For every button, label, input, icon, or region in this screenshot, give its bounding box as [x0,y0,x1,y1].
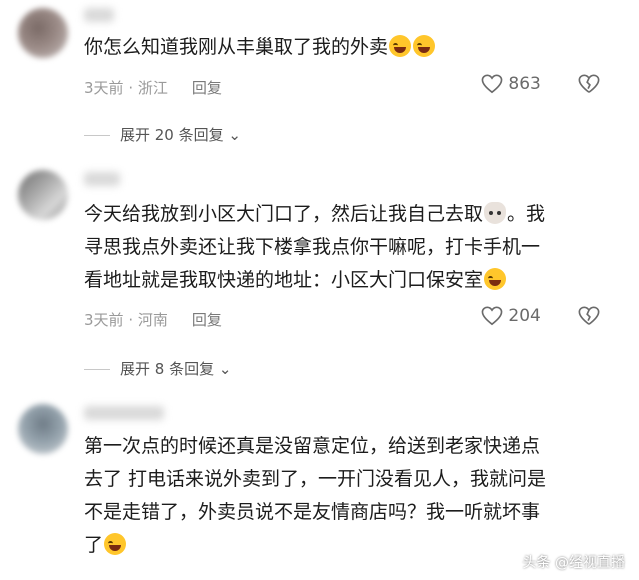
dislike-button[interactable] [578,73,600,95]
cat-emoji-icon [484,202,507,224]
chevron-down-icon: ⌄ [214,360,232,378]
like-count: 863 [508,74,541,94]
comment-text: 你怎么知道我刚从丰巢取了我的外卖 [84,31,436,64]
heart-icon [481,306,503,326]
timestamp: 3天前 [84,311,124,329]
location: 浙江 [137,79,168,97]
comment-meta: 3天前 · 河南 回复 [84,311,222,329]
avatar[interactable] [18,404,68,454]
dislike-button[interactable] [578,305,600,327]
avatar[interactable] [18,8,68,58]
comment-meta: 3天前 · 浙江 回复 [84,79,222,97]
timestamp: 3天前 [84,79,124,97]
laughing-crying-emoji-icon [484,268,507,290]
comment-text: 今天给我放到小区大门口了，然后让我自己去取 。我 寻思我点外卖还让我下楼拿我点你干… [84,202,546,291]
laughing-crying-emoji-icon [389,35,412,57]
username[interactable] [84,406,164,420]
avatar[interactable] [18,170,68,220]
heart-icon [481,74,503,94]
reply-button[interactable]: 回复 [192,311,222,329]
divider [84,135,110,136]
broken-heart-icon [578,306,600,325]
username[interactable] [84,8,114,22]
like-count: 204 [508,306,541,326]
location: 河南 [137,311,168,329]
laughing-crying-emoji-icon [413,35,436,57]
reply-button[interactable]: 回复 [192,79,222,97]
comment-text: 第一次点的时候还真是没留意定位，给送到老家快递点 去了 打电话来说外卖到了，一开… [84,435,547,556]
expand-replies-button[interactable]: 展开 8 条回复 ⌄ [84,358,231,379]
chevron-down-icon: ⌄ [223,126,241,144]
watermark: 头条 @经视直播 [522,555,625,571]
username[interactable] [84,172,120,186]
like-button[interactable]: 863 [481,74,541,94]
like-button[interactable]: 204 [481,306,541,326]
broken-heart-icon [578,74,600,93]
divider [84,369,110,370]
expand-replies-button[interactable]: 展开 20 条回复 ⌄ [84,124,241,145]
laughing-crying-emoji-icon [104,533,127,555]
